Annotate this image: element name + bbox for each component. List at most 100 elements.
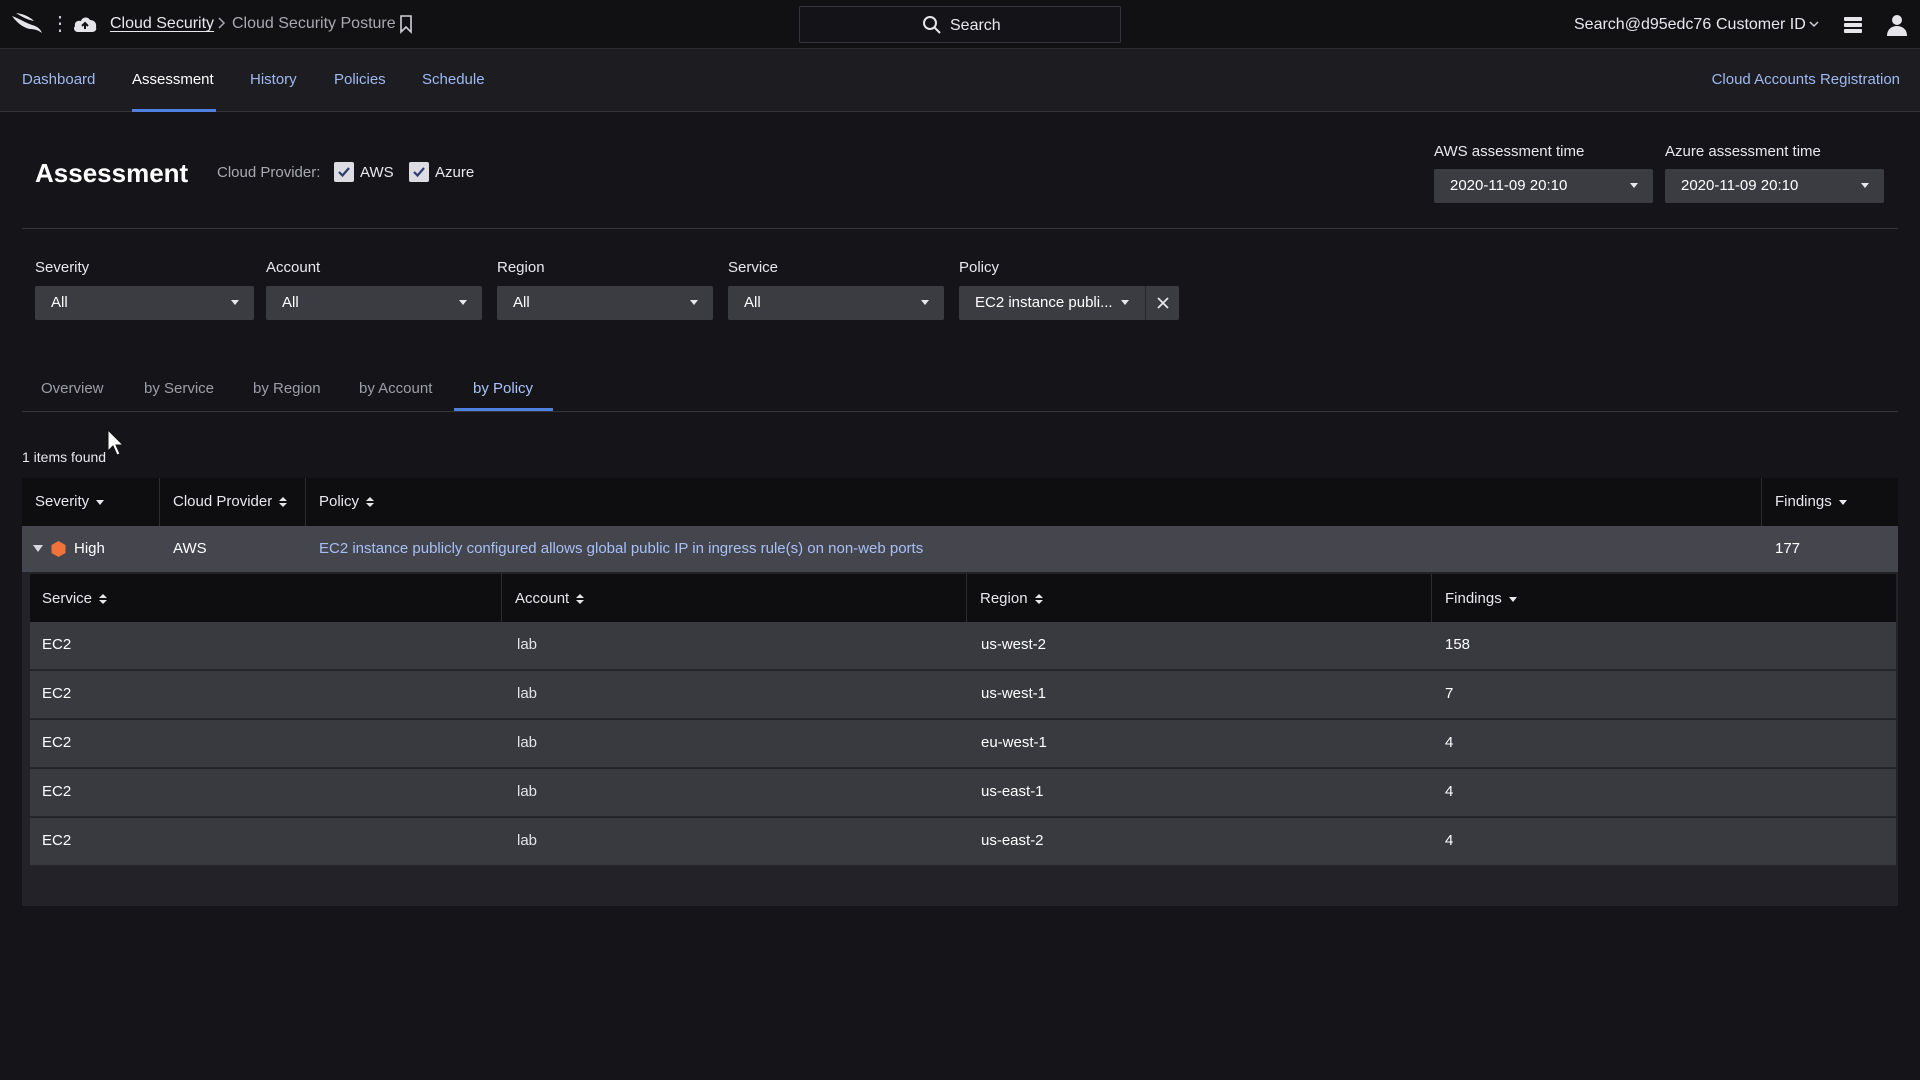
region-cell: us-east-1 <box>981 783 1044 800</box>
column-divider <box>159 478 160 526</box>
sort-icon <box>1034 594 1043 605</box>
column-divider <box>966 574 967 622</box>
tab-by-service[interactable]: by Service <box>144 380 214 397</box>
column-header-label: Findings <box>1445 590 1502 607</box>
aws-checkbox-label[interactable]: AWS <box>360 164 394 181</box>
column-header-label: Service <box>42 590 93 607</box>
user-name[interactable]: Search@d95edc76 <box>1574 16 1711 34</box>
account-filter-select[interactable]: All <box>266 286 482 320</box>
nav-history[interactable]: History <box>250 71 297 88</box>
aws-checkbox[interactable] <box>334 162 354 182</box>
column-header-findings[interactable]: Findings <box>1445 590 1517 607</box>
policy-breakdown-table: Service Account Region Findings EC2 lab … <box>30 574 1896 868</box>
nav-active-indicator <box>132 109 216 112</box>
azure-assessment-time-select[interactable]: 2020-11-09 20:10 <box>1665 169 1884 203</box>
account-cell: lab <box>517 685 538 702</box>
expand-toggle-icon[interactable] <box>33 545 43 552</box>
nav-policies[interactable]: Policies <box>334 71 386 88</box>
column-divider <box>305 478 306 526</box>
severity-high-icon <box>51 541 66 557</box>
header-divider <box>22 228 1898 229</box>
tab-overview[interactable]: Overview <box>41 380 104 397</box>
falcon-logo-icon[interactable] <box>10 11 44 37</box>
policy-findings-count[interactable]: 177 <box>1775 540 1800 557</box>
sort-icon <box>366 497 375 508</box>
findings-cell[interactable]: 4 <box>1445 832 1453 849</box>
severity-value: High <box>74 540 105 557</box>
findings-cell[interactable]: 7 <box>1445 685 1453 702</box>
column-header-account[interactable]: Account <box>515 590 585 607</box>
column-header-severity[interactable]: Severity <box>35 493 105 510</box>
search-icon <box>923 16 941 34</box>
account-cell: lab <box>517 832 538 849</box>
account-cell: lab <box>517 783 538 800</box>
region-cell: us-west-1 <box>981 685 1047 702</box>
nav-schedule[interactable]: Schedule <box>422 71 485 88</box>
sort-icon <box>576 594 585 605</box>
policy-filter-clear-button[interactable] <box>1145 286 1179 320</box>
region-cell: eu-west-1 <box>981 734 1047 751</box>
service-filter-select[interactable]: All <box>728 286 944 320</box>
column-divider <box>1431 574 1432 622</box>
tab-by-region[interactable]: by Region <box>253 380 321 397</box>
tab-by-account[interactable]: by Account <box>359 380 432 397</box>
policy-row[interactable]: High AWS EC2 instance publicly configure… <box>22 526 1898 572</box>
nav-assessment[interactable]: Assessment <box>132 71 214 88</box>
kebab-menu-icon[interactable]: ⋮ <box>50 12 70 38</box>
column-header-label: Policy <box>319 493 360 510</box>
policy-filter-select[interactable]: EC2 instance publi... <box>959 286 1145 320</box>
account-cell: lab <box>517 636 538 653</box>
sort-desc-icon <box>1508 596 1517 602</box>
user-profile-icon[interactable] <box>1884 12 1910 38</box>
azure-checkbox-label[interactable]: Azure <box>435 164 474 181</box>
breadcrumb-cloud-security[interactable]: Cloud Security <box>110 15 214 33</box>
column-header-service[interactable]: Service <box>42 590 108 607</box>
findings-cell[interactable]: 4 <box>1445 783 1453 800</box>
azure-checkbox[interactable] <box>409 162 429 182</box>
service-cell: EC2 <box>42 832 72 849</box>
page-title: Assessment <box>35 158 189 188</box>
cloud-security-icon[interactable] <box>72 12 98 36</box>
bookmark-icon[interactable] <box>398 14 414 34</box>
checkmark-icon <box>338 167 350 178</box>
tabs-divider <box>22 411 1898 412</box>
caret-down-icon <box>1861 183 1869 188</box>
checkmark-icon <box>413 167 425 178</box>
sort-icon <box>279 497 288 508</box>
column-header-cloud-provider[interactable]: Cloud Provider <box>173 493 288 510</box>
cloud-provider-value: AWS <box>173 540 207 557</box>
policy-name-link[interactable]: EC2 instance publicly configured allows … <box>319 540 923 557</box>
findings-cell[interactable]: 4 <box>1445 734 1453 751</box>
aws-assessment-time-label: AWS assessment time <box>1434 143 1585 160</box>
caret-down-icon <box>459 300 467 305</box>
sort-desc-icon <box>96 499 105 505</box>
policy-results-table: Severity Cloud Provider Policy Findings … <box>22 478 1898 906</box>
column-header-findings[interactable]: Findings <box>1775 493 1847 510</box>
region-filter-value: All <box>513 294 530 311</box>
region-filter-label: Region <box>497 259 545 276</box>
service-cell: EC2 <box>42 783 72 800</box>
severity-filter-select[interactable]: All <box>35 286 254 320</box>
table-row[interactable]: EC2 lab us-east-1 4 <box>30 769 1896 817</box>
cloud-accounts-registration-link[interactable]: Cloud Accounts Registration <box>1712 71 1900 88</box>
findings-cell[interactable]: 158 <box>1445 636 1470 653</box>
chevron-down-icon[interactable] <box>1808 18 1820 30</box>
column-header-policy[interactable]: Policy <box>319 493 375 510</box>
service-cell: EC2 <box>42 734 72 751</box>
table-row[interactable]: EC2 lab eu-west-1 4 <box>30 720 1896 768</box>
table-row[interactable]: EC2 lab us-west-1 7 <box>30 671 1896 719</box>
column-header-region[interactable]: Region <box>980 590 1043 607</box>
table-row[interactable]: EC2 lab us-west-2 158 <box>30 622 1896 670</box>
azure-assessment-time-value: 2020-11-09 20:10 <box>1681 177 1799 194</box>
aws-assessment-time-select[interactable]: 2020-11-09 20:10 <box>1434 169 1653 203</box>
customer-id-dropdown[interactable]: Customer ID <box>1716 16 1806 34</box>
nav-dashboard[interactable]: Dashboard <box>22 71 95 88</box>
global-search-box[interactable]: Search <box>799 6 1121 43</box>
column-header-label: Account <box>515 590 570 607</box>
account-filter-label: Account <box>266 259 321 276</box>
notifications-stack-icon[interactable] <box>1841 13 1865 37</box>
table-row[interactable]: EC2 lab us-east-2 4 <box>30 818 1896 866</box>
sort-icon <box>99 594 108 605</box>
region-filter-select[interactable]: All <box>497 286 713 320</box>
tab-by-policy[interactable]: by Policy <box>473 380 533 397</box>
